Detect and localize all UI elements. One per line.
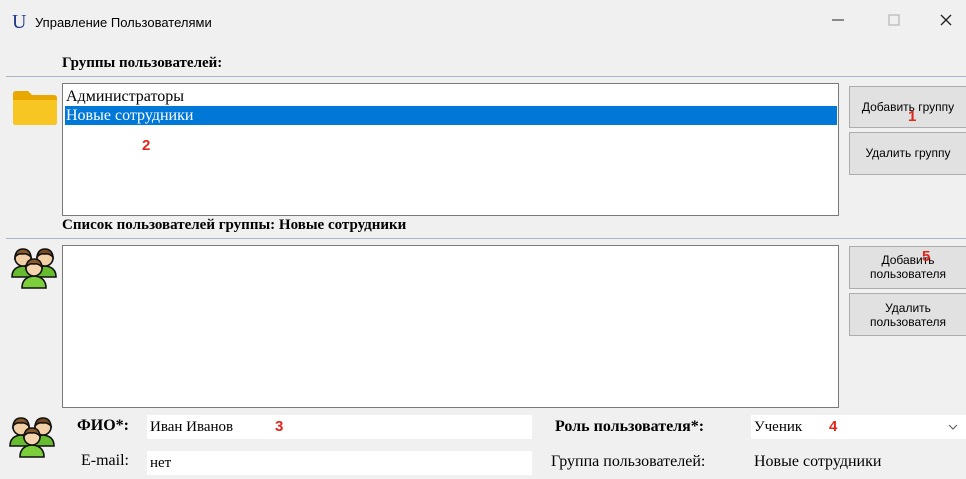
groups-separator [6, 76, 966, 77]
maximize-button[interactable] [874, 8, 914, 38]
minimize-icon [832, 19, 844, 21]
chevron-down-icon [948, 415, 958, 447]
groups-section-title: Группы пользователей: [62, 55, 223, 71]
close-icon [940, 14, 952, 26]
users-group-icon [10, 245, 58, 294]
delete-user-button[interactable]: Удалить пользователя [849, 293, 966, 336]
role-label: Роль пользователя*: [555, 418, 705, 435]
group-label: Группа пользователей: [551, 453, 706, 470]
window-title: Управление Пользователями [35, 15, 212, 30]
role-select-value: Ученик [754, 419, 803, 435]
group-value: Новые сотрудники [754, 453, 882, 470]
group-item-administrators[interactable]: Администраторы [65, 87, 837, 106]
fio-label: ФИО*: [77, 417, 129, 434]
delete-group-button[interactable]: Удалить группу [849, 132, 966, 175]
users-section-title: Список пользователей группы: Новые сотру… [62, 217, 407, 233]
groups-listbox[interactable]: Администраторы Новые сотрудники [62, 83, 839, 216]
email-field[interactable]: нет [147, 451, 532, 475]
minimize-button[interactable] [818, 8, 858, 38]
fio-field[interactable]: Иван Иванов [147, 415, 532, 439]
group-item-new-employees[interactable]: Новые сотрудники [65, 106, 837, 125]
users-separator [6, 238, 966, 239]
close-button[interactable] [926, 8, 966, 38]
annotation-4: 4 [829, 418, 838, 435]
annotation-1: 1 [908, 108, 917, 125]
users-listbox[interactable] [62, 245, 839, 408]
user-form-icon [8, 414, 56, 463]
annotation-2: 2 [142, 137, 151, 154]
email-label: E-mail: [81, 452, 129, 469]
delete-user-label-line1: Удалить [885, 301, 931, 315]
annotation-3: 3 [275, 418, 284, 435]
maximize-icon [888, 14, 900, 26]
delete-user-label-line2: пользователя [870, 315, 946, 329]
app-icon: U [12, 11, 27, 33]
add-user-button[interactable]: Добавить пользователя [849, 246, 966, 289]
folder-icon [12, 88, 58, 131]
role-select[interactable]: Ученик [751, 415, 966, 439]
add-user-label-line1: Добавить [881, 253, 935, 267]
add-user-label-line2: пользователя [870, 267, 946, 281]
annotation-5: 5 [922, 248, 931, 265]
